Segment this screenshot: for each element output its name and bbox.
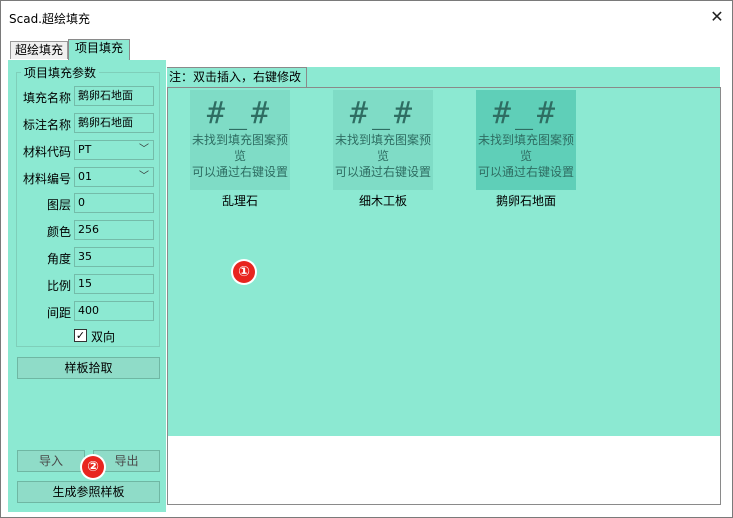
pattern-tile[interactable]: #_# 未找到填充图案预览 可以通过右键设置 [190,90,290,190]
tile-message: 可以通过右键设置 [477,165,574,179]
annotation-marker-2: ② [82,456,104,478]
bidirectional-label: 双向 [91,330,116,344]
tile-message: 未找到填充图案预览 [334,133,431,163]
angle-field[interactable]: 35 [74,247,154,267]
mark-name-field[interactable]: 鹅卵石地面 [74,113,154,133]
fill-name-label: 填充名称 [22,91,71,105]
scale-field[interactable]: 15 [74,274,154,294]
generate-reference-button[interactable]: 生成参照样板 [17,481,160,503]
color-label: 颜色 [46,225,71,239]
hash-icon: #_# [349,96,417,131]
pattern-tile[interactable]: #_# 未找到填充图案预览 可以通过右键设置 [333,90,433,190]
dialog-window: Scad.超绘填充 ✕ 超绘填充 项目填充 项目填充参数 填充名称 鹅卵石地面 … [0,0,733,518]
tile-message: 未找到填充图案预览 [477,133,574,163]
layer-label: 图层 [46,198,71,212]
tile-message: 可以通过右键设置 [191,165,288,179]
title-bar [1,1,732,33]
pattern-tile-selected[interactable]: #_# 未找到填充图案预览 可以通过右键设置 [476,90,576,190]
tile-message: 可以通过右键设置 [334,165,431,179]
material-code-label: 材料代码 [22,145,71,159]
tile-label: 鹅卵石地面 [495,194,556,208]
material-code-value: PT [78,143,92,156]
tile-label: 乱理石 [221,194,258,208]
tab-project-fill[interactable]: 项目填充 [68,39,130,60]
fill-name-field[interactable]: 鹅卵石地面 [74,86,154,106]
window-title: Scad.超绘填充 [9,12,91,26]
hint-text: 注：双击插入，右键修改 [167,67,307,87]
tile-label: 细木工板 [358,194,407,208]
hash-icon: #_# [206,96,274,131]
mark-name-label: 标注名称 [22,118,71,132]
angle-label: 角度 [46,252,71,266]
layer-field[interactable]: 0 [74,193,154,213]
spacing-field[interactable]: 400 [74,301,154,321]
annotation-marker-1: ① [233,261,255,283]
chevron-down-icon: ﹀ [139,171,149,182]
import-button[interactable]: 导入 [17,450,85,472]
bidirectional-checkbox[interactable]: ✓ [74,329,87,342]
close-icon[interactable]: ✕ [703,5,731,29]
color-field[interactable]: 256 [74,220,154,240]
chevron-down-icon: ﹀ [139,144,149,155]
material-no-label: 材料编号 [22,172,71,186]
scale-label: 比例 [46,279,71,293]
spacing-label: 间距 [46,306,71,320]
params-group-title: 项目填充参数 [21,64,100,81]
material-no-value: 01 [78,170,92,183]
material-no-select[interactable]: 01 ﹀ [74,167,154,187]
hash-icon: #_# [492,96,560,131]
material-code-select[interactable]: PT ﹀ [74,140,154,160]
tile-message: 未找到填充图案预览 [191,133,288,163]
tab-chaohui-fill[interactable]: 超绘填充 [10,41,68,59]
pick-template-button[interactable]: 样板拾取 [17,357,160,379]
